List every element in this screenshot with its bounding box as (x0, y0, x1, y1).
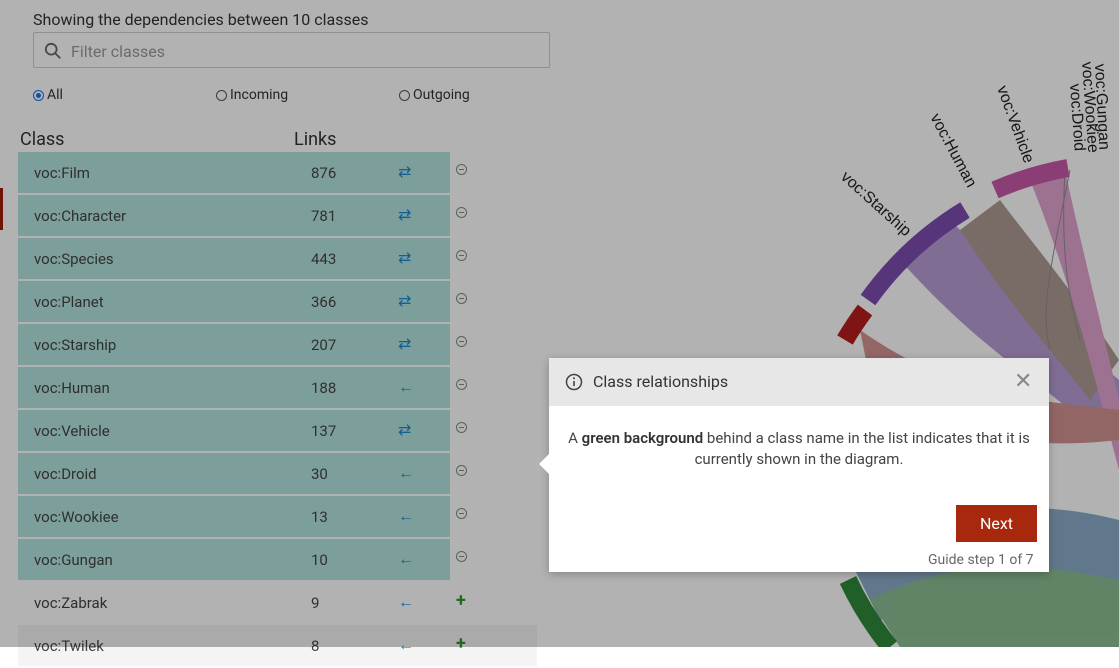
class-name[interactable]: voc:Film (34, 164, 90, 182)
popover-title: Class relationships (593, 372, 729, 391)
class-name[interactable]: voc:Character (34, 207, 126, 225)
column-header-links[interactable]: Links (294, 129, 336, 150)
class-name[interactable]: voc:Species (34, 250, 114, 268)
link-count: 781 (311, 207, 337, 225)
remove-icon[interactable] (456, 551, 467, 562)
popover-header: Class relationships ✕ (549, 358, 1049, 406)
remove-icon[interactable] (456, 422, 467, 433)
left-edge-marker (0, 188, 3, 230)
table-row[interactable]: voc:Twilek 8 ← + (18, 625, 537, 666)
direction-icon: ⇄ (398, 248, 412, 267)
link-count: 30 (311, 465, 328, 483)
info-icon (565, 373, 583, 391)
remove-icon[interactable] (456, 508, 467, 519)
remove-icon[interactable] (456, 164, 467, 175)
link-count: 207 (311, 336, 337, 354)
table-row[interactable]: voc:Film 876 ⇄ (18, 152, 537, 193)
table-row[interactable]: voc:Planet 366 ⇄ (18, 281, 537, 322)
table-row[interactable]: voc:Droid 30 ← (18, 453, 537, 494)
table-row[interactable]: voc:Vehicle 137 ⇄ (18, 410, 537, 451)
direction-icon: ← (398, 506, 414, 525)
class-name[interactable]: voc:Human (34, 379, 110, 397)
class-name[interactable]: voc:Gungan (34, 551, 113, 569)
remove-icon[interactable] (456, 465, 467, 476)
class-table: voc:Film 876 ⇄ voc:Character 781 ⇄ voc:Species… (18, 152, 537, 668)
direction-icon: ← (398, 549, 414, 568)
remove-icon[interactable] (456, 379, 467, 390)
table-row[interactable]: voc:Starship 207 ⇄ (18, 324, 537, 365)
link-count: 443 (311, 250, 337, 268)
radio-incoming-label: Incoming (230, 87, 289, 103)
body-post: behind a class name in the list indicate… (694, 429, 1030, 468)
radio-outgoing-label: Outgoing (413, 87, 470, 103)
direction-icon: ← (398, 592, 414, 611)
close-icon[interactable]: ✕ (1014, 371, 1032, 393)
link-count: 13 (311, 508, 328, 526)
filter-input[interactable] (69, 37, 543, 65)
diagram-label-vehicle: voc:Vehicle (993, 84, 1037, 166)
direction-icon: ⇄ (398, 291, 412, 310)
add-icon[interactable]: + (456, 590, 466, 611)
radio-all-dot[interactable] (33, 89, 44, 101)
link-count: 8 (311, 637, 320, 655)
radio-all-label: All (47, 87, 63, 103)
class-name[interactable]: voc:Vehicle (34, 422, 110, 440)
direction-icon: ⇄ (398, 205, 412, 224)
body-pre: A (568, 429, 582, 447)
page: Showing the dependencies between 10 clas… (0, 0, 1119, 666)
class-name[interactable]: voc:Droid (34, 465, 97, 483)
radio-incoming[interactable]: Incoming (216, 87, 288, 103)
table-row[interactable]: voc:Species 443 ⇄ (18, 238, 537, 279)
direction-icon: ← (398, 463, 414, 482)
table-row[interactable]: voc:Character 781 ⇄ (18, 195, 537, 236)
direction-icon: ⇄ (398, 162, 412, 181)
class-name[interactable]: voc:Zabrak (34, 594, 107, 612)
remove-icon[interactable] (456, 336, 467, 347)
class-name[interactable]: voc:Twilek (34, 637, 104, 655)
diagram-label-starship: voc:Starship (837, 168, 914, 240)
body-bold: green background (581, 429, 704, 447)
remove-icon[interactable] (456, 250, 467, 261)
class-name[interactable]: voc:Planet (34, 293, 104, 311)
class-name[interactable]: voc:Starship (34, 336, 116, 354)
diagram-label-human: voc:Human (926, 111, 979, 190)
radio-outgoing[interactable]: Outgoing (399, 87, 470, 103)
link-count: 137 (311, 422, 337, 440)
direction-icon: ← (398, 635, 414, 654)
link-count: 10 (311, 551, 328, 569)
direction-icon: ← (398, 377, 414, 396)
popover-body: A green background behind a class name i… (565, 428, 1033, 470)
remove-icon[interactable] (456, 207, 467, 218)
table-row[interactable]: voc:Gungan 10 ← (18, 539, 537, 580)
guide-popover: Class relationships ✕ A green background… (539, 358, 1049, 572)
table-row[interactable]: voc:Zabrak 9 ← + (18, 582, 537, 623)
link-count: 188 (311, 379, 337, 397)
add-icon[interactable]: + (456, 633, 466, 654)
guide-step-indicator: Guide step 1 of 7 (928, 552, 1034, 568)
column-header-class[interactable]: Class (20, 129, 64, 150)
next-button[interactable]: Next (956, 505, 1037, 542)
remove-icon[interactable] (456, 293, 467, 304)
link-count: 876 (311, 164, 337, 182)
search-icon (44, 42, 61, 59)
radio-all[interactable]: All (33, 87, 63, 103)
link-count: 366 (311, 293, 337, 311)
summary-text: Showing the dependencies between 10 clas… (33, 10, 369, 29)
class-name[interactable]: voc:Wookiee (34, 508, 119, 526)
radio-incoming-dot[interactable] (216, 89, 227, 101)
table-row[interactable]: voc:Wookiee 13 ← (18, 496, 537, 537)
direction-icon: ⇄ (398, 334, 412, 353)
radio-outgoing-dot[interactable] (399, 89, 410, 101)
direction-icon: ⇄ (398, 420, 412, 439)
filter-box[interactable] (33, 32, 550, 68)
link-count: 9 (311, 594, 320, 612)
table-row[interactable]: voc:Human 188 ← (18, 367, 537, 408)
popover-arrow (539, 454, 549, 474)
